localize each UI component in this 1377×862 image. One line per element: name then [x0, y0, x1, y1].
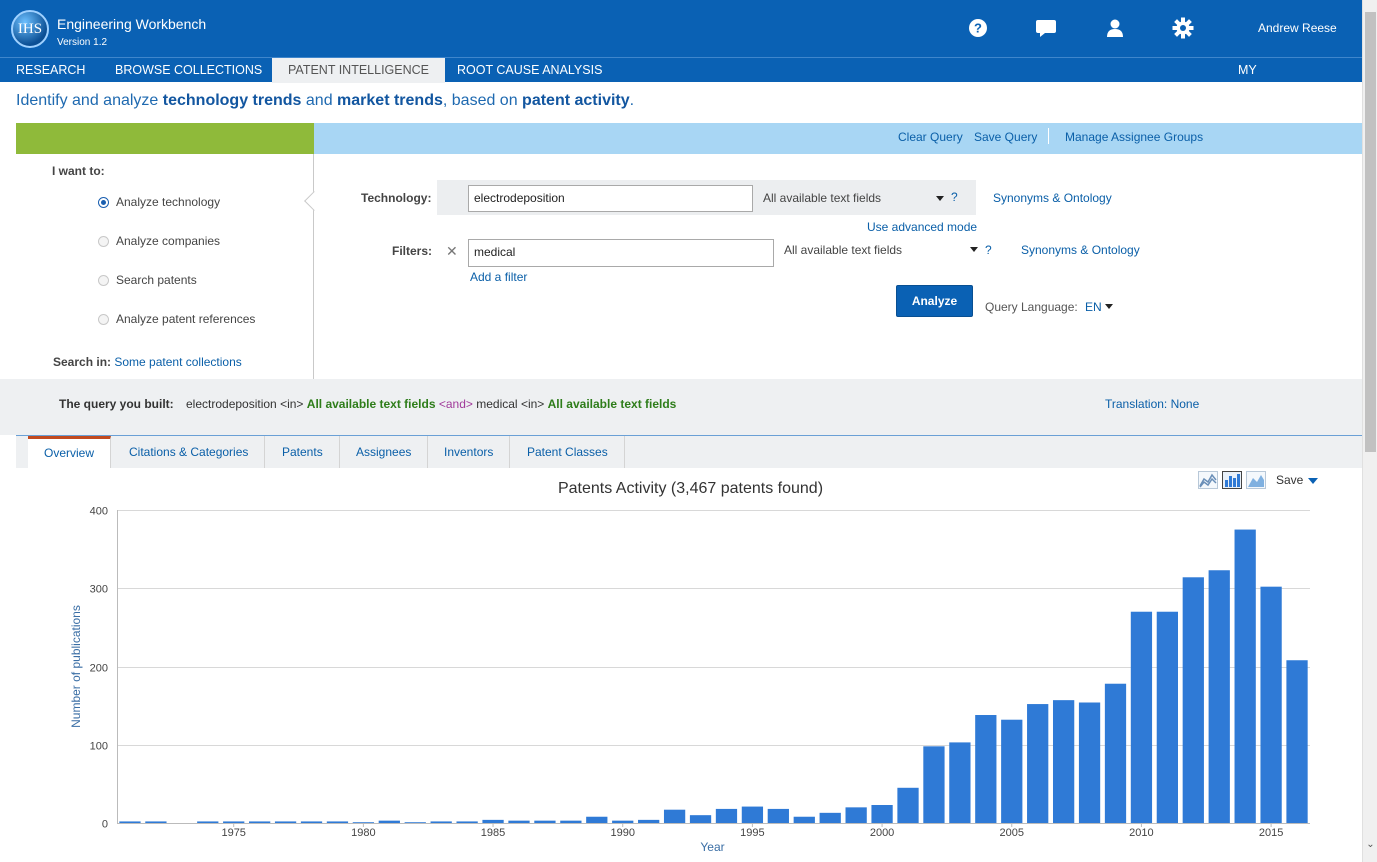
tab-assignees[interactable]: Assignees: [340, 436, 429, 468]
result-tabs: Overview Citations & Categories Patents …: [16, 435, 1362, 468]
query-term: electrodeposition: [186, 397, 277, 411]
filter-synonyms-link[interactable]: Synonyms & Ontology: [1021, 243, 1140, 257]
technology-synonyms-link[interactable]: Synonyms & Ontology: [993, 191, 1112, 205]
search-in: Search in: Some patent collections: [53, 355, 242, 369]
query-panel-actions-bar: [314, 123, 1362, 154]
tagline-text: , based on: [442, 92, 523, 109]
radio[interactable]: [98, 235, 109, 247]
search-in-collections-link[interactable]: Some patent collections: [114, 355, 241, 369]
chart-area: [16, 468, 1362, 862]
analyze-button[interactable]: Analyze: [896, 285, 973, 317]
option-label: Search patents: [116, 273, 197, 287]
caret-down-icon[interactable]: [1308, 478, 1318, 484]
technology-help-link[interactable]: ?: [951, 190, 958, 204]
remove-filter-icon[interactable]: ✕: [446, 243, 458, 260]
save-query-link[interactable]: Save Query: [974, 130, 1037, 144]
nav-browse-collections[interactable]: BROWSE COLLECTIONS: [99, 58, 278, 83]
query-built-text: electrodeposition <in> All available tex…: [186, 397, 676, 411]
nav-patent-intelligence[interactable]: PATENT INTELLIGENCE: [272, 58, 446, 83]
radio[interactable]: [98, 313, 109, 325]
technology-field-select[interactable]: All available text fields: [763, 191, 881, 205]
tagline-emphasis: market trends: [337, 92, 443, 109]
query-language-label: Query Language:: [985, 300, 1078, 314]
manage-assignee-groups-link[interactable]: Manage Assignee Groups: [1065, 130, 1203, 144]
mountain-chart-icon[interactable]: [1246, 471, 1266, 489]
tab-overview[interactable]: Overview: [28, 436, 112, 468]
chart-title-row: Patents Activity (3,467 patents found): [0, 480, 1377, 498]
area-chart-icon[interactable]: [1198, 471, 1218, 489]
tagline-text: and: [301, 92, 338, 109]
query-panel-green-band: [16, 123, 314, 154]
nav-root-cause-analysis[interactable]: ROOT CAUSE ANALYSIS: [441, 58, 618, 83]
help-icon[interactable]: ?: [967, 17, 989, 39]
scroll-down-icon[interactable]: ⌄: [1363, 839, 1377, 850]
user-icon[interactable]: [1104, 17, 1126, 39]
tagline-emphasis: patent activity: [522, 92, 630, 109]
app-title: Engineering Workbench: [57, 16, 207, 32]
page-tagline: Identify and analyze technology trends a…: [16, 92, 634, 110]
technology-input[interactable]: electrodeposition: [468, 185, 753, 212]
tagline-emphasis: technology trends: [162, 92, 302, 109]
translation-link[interactable]: Translation: None: [1105, 397, 1199, 411]
filters-label: Filters:: [392, 244, 433, 258]
option-analyze-companies[interactable]: Analyze companies: [98, 234, 220, 248]
query-field: All available text fields: [306, 397, 436, 411]
filter-field-select[interactable]: All available text fields: [784, 243, 902, 257]
tab-citations-categories[interactable]: Citations & Categories: [113, 436, 266, 468]
query-term: medical: [476, 397, 518, 411]
ihs-logo[interactable]: IHS: [11, 10, 49, 48]
option-label: Analyze patent references: [116, 312, 256, 326]
save-label: Save: [1276, 473, 1304, 487]
divider: [1048, 128, 1049, 144]
i-want-to-label: I want to:: [52, 164, 105, 178]
filter-help-link[interactable]: ?: [985, 243, 992, 257]
settings-icon[interactable]: [1172, 17, 1194, 39]
technology-label: Technology:: [361, 191, 432, 205]
chat-icon[interactable]: [1035, 17, 1057, 39]
option-label: Analyze companies: [116, 234, 221, 248]
add-filter-link[interactable]: Add a filter: [470, 270, 527, 284]
nav-research[interactable]: RESEARCH: [0, 58, 101, 83]
caret-down-icon[interactable]: [970, 247, 978, 252]
tab-patents[interactable]: Patents: [266, 436, 340, 468]
radio-selected[interactable]: [98, 196, 109, 208]
nav-my-workspaces[interactable]: MY WORKSPACES: [1222, 58, 1362, 102]
caret-down-icon[interactable]: [1105, 304, 1113, 309]
query-language-select[interactable]: EN: [1085, 300, 1102, 314]
query-and-operator: <and>: [438, 397, 473, 411]
radio[interactable]: [98, 274, 109, 286]
main-nav: RESEARCH BROWSE COLLECTIONS PATENT INTEL…: [0, 57, 1362, 102]
query-in-operator: <in>: [280, 397, 304, 411]
app-version: Version 1.2: [57, 37, 108, 48]
scrollbar-thumb[interactable]: [1365, 12, 1376, 452]
clear-query-link[interactable]: Clear Query: [898, 130, 963, 144]
user-name[interactable]: Andrew Reese: [1258, 21, 1337, 35]
tagline-text: Identify and analyze: [16, 92, 163, 109]
top-bar: IHS Engineering Workbench Version 1.2 ? …: [0, 0, 1362, 57]
option-label: Analyze technology: [116, 195, 221, 209]
page-scrollbar[interactable]: ⌄: [1362, 0, 1377, 862]
tab-inventors[interactable]: Inventors: [428, 436, 511, 468]
svg-text:?: ?: [974, 21, 982, 36]
query-field: All available text fields: [547, 397, 677, 411]
query-in-operator: <in>: [520, 397, 545, 411]
option-analyze-technology[interactable]: Analyze technology: [98, 195, 220, 209]
option-search-patents[interactable]: Search patents: [98, 273, 197, 287]
tagline-text: .: [629, 92, 635, 109]
task-selector-panel: [16, 154, 314, 379]
advanced-mode-link[interactable]: Use advanced mode: [867, 220, 977, 234]
filter-input[interactable]: medical: [468, 239, 774, 267]
option-analyze-patent-references[interactable]: Analyze patent references: [98, 312, 255, 326]
search-in-label: Search in:: [53, 355, 112, 369]
bar-chart-icon[interactable]: [1222, 471, 1242, 489]
query-built-label: The query you built:: [59, 397, 174, 411]
chart-save-menu[interactable]: Save: [1276, 473, 1303, 487]
tab-patent-classes[interactable]: Patent Classes: [511, 436, 625, 468]
chart-title: Patents Activity (3,467 patents found): [557, 480, 824, 497]
caret-down-icon[interactable]: [936, 196, 944, 201]
